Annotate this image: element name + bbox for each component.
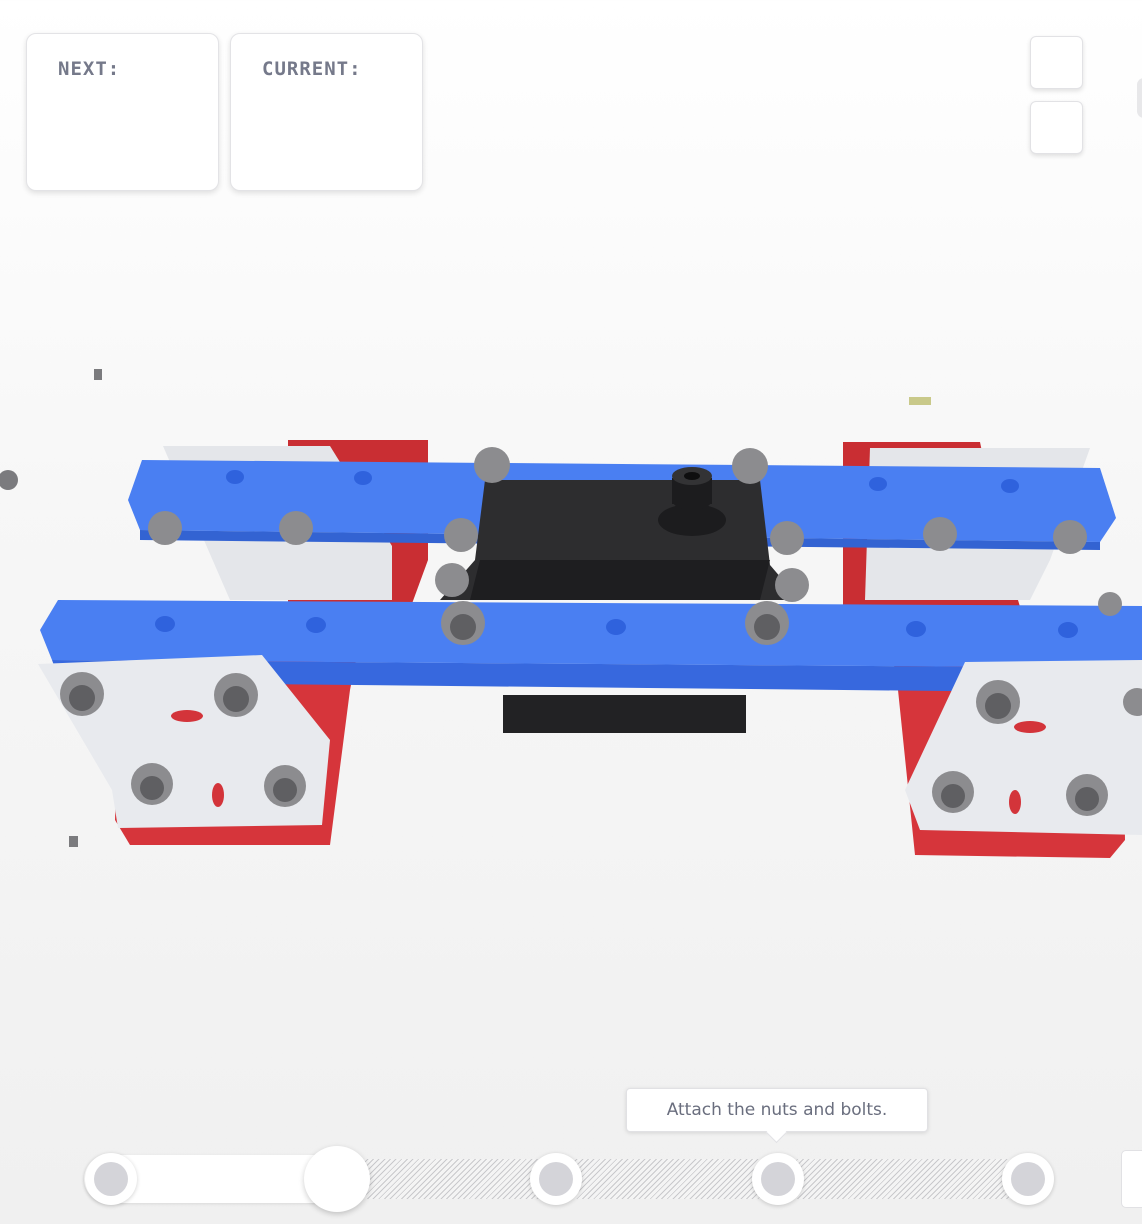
next-panel: NEXT: xyxy=(26,33,219,191)
side-panel-handle[interactable] xyxy=(1137,78,1142,118)
servo-horn xyxy=(684,472,700,480)
stray-part xyxy=(909,397,931,405)
timeline-slider-thumb[interactable] xyxy=(304,1146,370,1212)
view-control-button-1[interactable] xyxy=(1030,36,1083,89)
next-label: NEXT: xyxy=(58,58,121,80)
stray-part xyxy=(69,836,78,847)
step-dot-1[interactable] xyxy=(85,1153,137,1205)
step-dot-4[interactable] xyxy=(752,1153,804,1205)
timeline-track-remaining[interactable] xyxy=(360,1159,1030,1199)
current-panel: CURRENT: xyxy=(230,33,423,191)
current-label: CURRENT: xyxy=(262,58,362,80)
step-tooltip: Attach the nuts and bolts. xyxy=(626,1088,928,1132)
stray-part xyxy=(0,470,18,490)
step-tooltip-text: Attach the nuts and bolts. xyxy=(666,1100,888,1120)
view-control-button-2[interactable] xyxy=(1030,101,1083,154)
servo-bottom xyxy=(503,695,746,733)
stray-part xyxy=(94,369,102,380)
step-dot-3[interactable] xyxy=(530,1153,582,1205)
servo xyxy=(470,560,770,600)
side-edge-button[interactable] xyxy=(1121,1150,1142,1208)
step-dot-5[interactable] xyxy=(1002,1153,1054,1205)
